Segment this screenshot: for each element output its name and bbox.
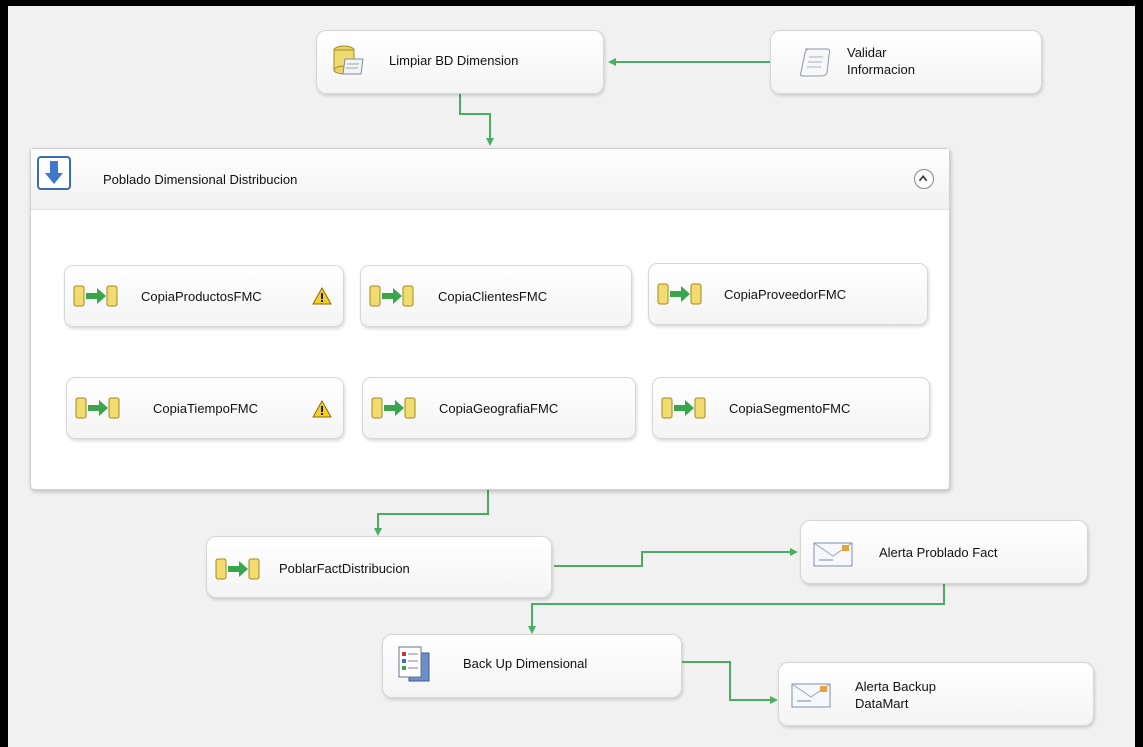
control-flow-canvas[interactable]: Limpiar BD Dimension Validar Informacion… bbox=[8, 6, 1135, 747]
data-flow-icon bbox=[73, 285, 118, 307]
data-flow-task[interactable]: CopiaGeografiaFMC bbox=[362, 377, 636, 439]
data-flow-icon bbox=[371, 397, 416, 419]
envelope-icon bbox=[813, 542, 853, 567]
task-label: CopiaGeografiaFMC bbox=[439, 401, 559, 416]
warning-icon bbox=[312, 400, 332, 418]
task-poblar-fact-distribucion[interactable]: PoblarFactDistribucion bbox=[206, 536, 552, 598]
task-label: CopiaProductosFMC bbox=[141, 289, 262, 304]
data-flow-task[interactable]: CopiaProveedorFMC bbox=[648, 263, 928, 325]
connector-alerta-fact-to-backup bbox=[528, 584, 945, 634]
task-label: CopiaTiempoFMC bbox=[153, 401, 258, 416]
task-validar-informacion[interactable]: Validar Informacion bbox=[770, 30, 1042, 94]
sequence-container-poblado[interactable]: Poblado Dimensional Distribucion CopiaPr… bbox=[30, 148, 950, 490]
connector-poblar-to-alerta-fact bbox=[554, 548, 798, 567]
data-flow-icon bbox=[369, 285, 414, 307]
task-alerta-problado-fact[interactable]: Alerta Problado Fact bbox=[800, 520, 1088, 584]
envelope-icon bbox=[791, 683, 831, 708]
connector-limpiar-to-container bbox=[459, 94, 494, 146]
task-label: Alerta Problado Fact bbox=[879, 545, 998, 560]
scroll-icon bbox=[799, 48, 831, 77]
task-alerta-backup-datamart[interactable]: Alerta Backup DataMart bbox=[778, 662, 1094, 726]
task-label: CopiaSegmentoFMC bbox=[729, 401, 851, 416]
warning-icon bbox=[312, 287, 332, 305]
task-label: CopiaClientesFMC bbox=[438, 289, 548, 304]
data-flow-task[interactable]: CopiaClientesFMC bbox=[360, 265, 632, 327]
task-label: Limpiar BD Dimension bbox=[389, 53, 519, 68]
data-flow-task[interactable]: CopiaProductosFMC bbox=[64, 265, 344, 327]
data-flow-icon bbox=[215, 558, 260, 580]
task-label-line2: DataMart bbox=[855, 696, 909, 711]
collapse-button[interactable] bbox=[914, 169, 934, 189]
data-flow-icon bbox=[657, 283, 702, 305]
connector-container-to-poblar bbox=[374, 490, 489, 536]
task-label: CopiaProveedorFMC bbox=[724, 287, 847, 302]
data-flow-icon bbox=[75, 397, 120, 419]
blue-down-arrow-icon bbox=[37, 156, 71, 190]
task-label-line1: Validar bbox=[847, 45, 887, 60]
container-title: Poblado Dimensional Distribucion bbox=[103, 172, 298, 187]
task-back-up-dimensional[interactable]: Back Up Dimensional bbox=[382, 634, 682, 698]
backup-list-icon bbox=[398, 646, 430, 682]
task-limpiar-bd-dimension[interactable]: Limpiar BD Dimension bbox=[316, 30, 604, 94]
database-scroll-icon bbox=[333, 45, 364, 75]
task-label: PoblarFactDistribucion bbox=[279, 561, 410, 576]
task-label-line2: Informacion bbox=[847, 62, 915, 77]
data-flow-task[interactable]: CopiaSegmentoFMC bbox=[652, 377, 930, 439]
container-header: Poblado Dimensional Distribucion bbox=[31, 149, 949, 210]
connector-backup-to-alerta-backup bbox=[682, 661, 778, 704]
data-flow-icon bbox=[661, 397, 706, 419]
data-flow-task[interactable]: CopiaTiempoFMC bbox=[66, 377, 344, 439]
chevron-up-icon bbox=[918, 175, 928, 182]
task-label: Back Up Dimensional bbox=[463, 656, 588, 671]
task-label-line1: Alerta Backup bbox=[855, 679, 936, 694]
